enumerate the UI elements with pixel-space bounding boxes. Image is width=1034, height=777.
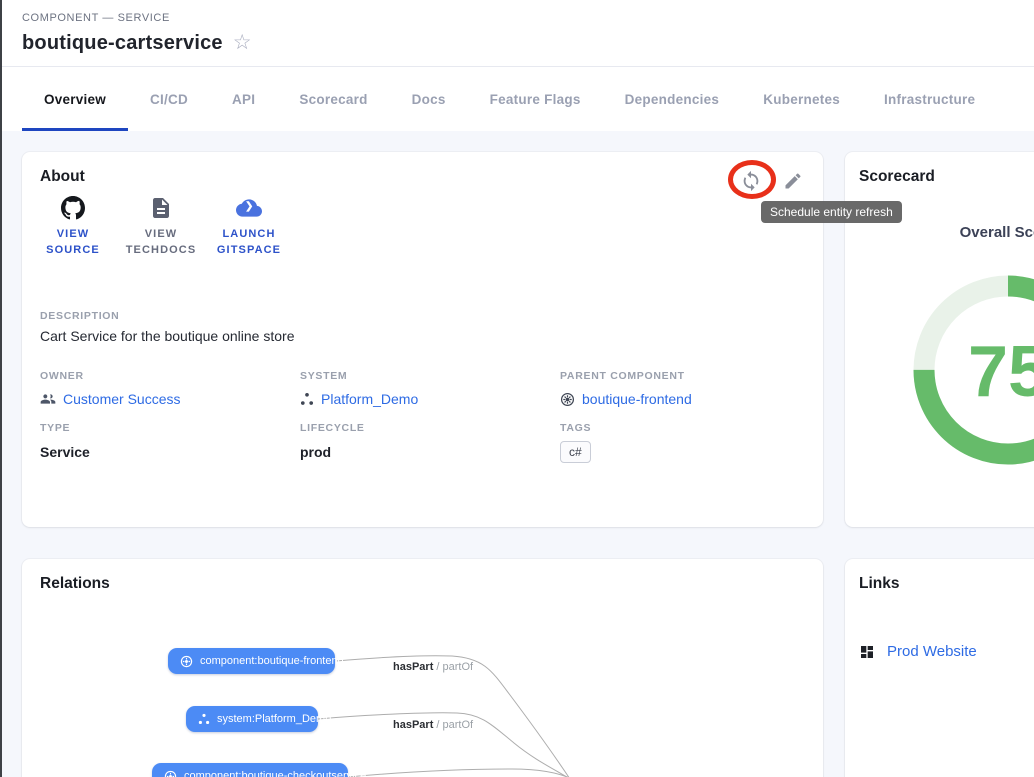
component-icon <box>180 655 193 668</box>
type-label: TYPE <box>40 422 290 434</box>
score-donut-chart: 75 <box>908 270 1034 470</box>
tab-docs[interactable]: Docs <box>390 67 468 131</box>
tab-overview[interactable]: Overview <box>22 67 128 131</box>
page-title: boutique-cartservice <box>22 32 223 55</box>
edit-entity-button[interactable] <box>776 164 810 198</box>
owner-label: OWNER <box>40 370 290 382</box>
relation-node-boutique-frontend[interactable]: component:boutique-frontend <box>168 648 335 674</box>
launch-gitspace-label: LAUNCH GITSPACE <box>208 226 290 258</box>
about-card-title: About <box>40 168 85 186</box>
component-icon <box>164 770 177 777</box>
pencil-icon <box>783 171 803 191</box>
edge-label: hasPart / partOf <box>393 661 473 673</box>
scorecard-card-title: Scorecard <box>859 168 935 186</box>
view-techdocs-label: VIEW TECHDOCS <box>120 226 202 258</box>
gitspace-cloud-icon: ❯ <box>236 196 262 220</box>
breadcrumb: COMPONENT — SERVICE <box>22 12 170 24</box>
relation-node-boutique-checkoutservice[interactable]: component:boutique-checkoutservice <box>152 763 348 777</box>
lifecycle-label: LIFECYCLE <box>300 422 550 434</box>
view-source-label: VIEW SOURCE <box>32 226 114 258</box>
relation-node-label: component:boutique-frontend <box>200 655 344 667</box>
view-source-button[interactable]: VIEW SOURCE <box>32 196 114 258</box>
system-link[interactable]: Platform_Demo <box>321 391 418 407</box>
group-icon <box>40 391 56 407</box>
overall-score-label: Overall Score <box>898 224 1034 241</box>
dashboard-icon <box>859 644 875 660</box>
parent-component-label: PARENT COMPONENT <box>560 370 810 382</box>
tag-chip[interactable]: c# <box>560 441 591 463</box>
type-value: Service <box>40 444 290 460</box>
page-content: About VIEW SOURCE VIEW TE <box>0 131 1034 777</box>
description-label: DESCRIPTION <box>40 310 119 322</box>
system-icon <box>300 392 314 406</box>
window-left-edge <box>0 0 2 777</box>
github-icon <box>61 196 85 220</box>
tab-infrastructure[interactable]: Infrastructure <box>862 67 997 131</box>
lifecycle-value: prod <box>300 444 550 460</box>
tab-api[interactable]: API <box>210 67 277 131</box>
system-label: SYSTEM <box>300 370 550 382</box>
view-techdocs-button[interactable]: VIEW TECHDOCS <box>120 196 202 258</box>
description-text: Cart Service for the boutique online sto… <box>40 328 294 344</box>
refresh-icon <box>740 170 762 192</box>
launch-gitspace-button[interactable]: ❯ LAUNCH GITSPACE <box>208 196 290 258</box>
relation-node-label: system:Platform_Demo <box>217 713 331 725</box>
tab-dependencies[interactable]: Dependencies <box>603 67 742 131</box>
links-card: Links Prod Website <box>845 559 1034 777</box>
links-card-title: Links <box>859 575 899 593</box>
tab-feature-flags[interactable]: Feature Flags <box>468 67 603 131</box>
entity-tabbar: Overview CI/CD API Scorecard Docs Featur… <box>0 67 1034 131</box>
system-icon <box>198 713 210 725</box>
relation-node-platform-demo[interactable]: system:Platform_Demo <box>186 706 318 732</box>
link-item: Prod Website <box>859 643 977 660</box>
edge-label: hasPart / partOf <box>393 719 473 731</box>
prod-website-link[interactable]: Prod Website <box>887 643 977 660</box>
refresh-tooltip: Schedule entity refresh <box>761 201 902 223</box>
relation-node-label: component:boutique-checkoutservice <box>184 770 366 777</box>
about-card: About VIEW SOURCE VIEW TE <box>22 152 823 527</box>
tab-cicd[interactable]: CI/CD <box>128 67 210 131</box>
owner-link[interactable]: Customer Success <box>63 391 180 407</box>
component-icon <box>560 392 575 407</box>
favorite-star-icon[interactable]: ☆ <box>233 32 252 53</box>
score-value: 75 <box>968 332 1034 412</box>
schedule-refresh-button[interactable] <box>734 164 768 198</box>
tab-kubernetes[interactable]: Kubernetes <box>741 67 862 131</box>
relations-card: Relations component:boutique-frontend sy… <box>22 559 823 777</box>
tags-label: TAGS <box>560 422 810 434</box>
parent-component-link[interactable]: boutique-frontend <box>582 391 692 407</box>
entity-header: COMPONENT — SERVICE boutique-cartservice… <box>0 0 1034 67</box>
tab-scorecard[interactable]: Scorecard <box>277 67 389 131</box>
docs-icon <box>149 196 173 220</box>
